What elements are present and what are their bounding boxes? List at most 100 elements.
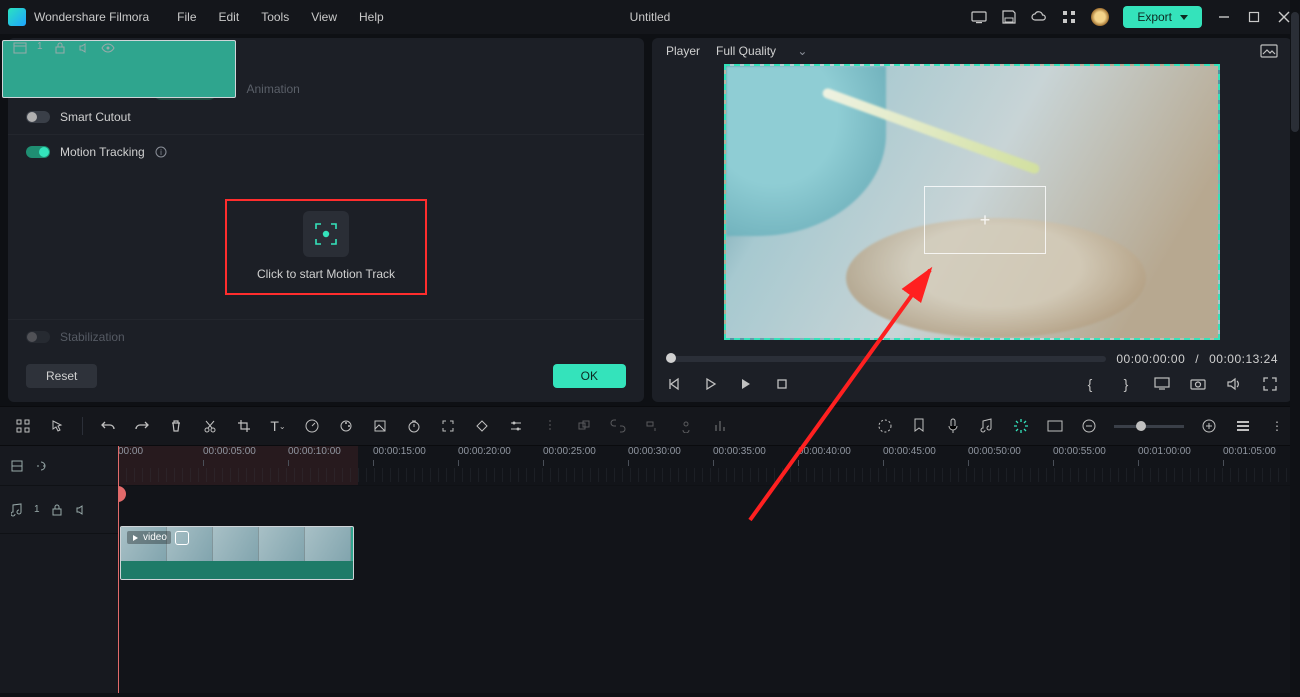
music-icon[interactable]: [978, 417, 996, 435]
quality-selector[interactable]: Full Quality ⌄: [716, 44, 807, 58]
play-icon[interactable]: [702, 376, 718, 392]
stop-icon[interactable]: [774, 376, 790, 392]
time-current: 00:00:00:00: [1116, 352, 1185, 366]
crop-icon[interactable]: [235, 417, 253, 435]
ruler[interactable]: 00:0000:00:05:0000:00:10:0000:00:15:0000…: [118, 446, 1300, 486]
audio-detach-icon[interactable]: [643, 417, 661, 435]
play-all-icon[interactable]: [738, 376, 754, 392]
duration-icon[interactable]: [405, 417, 423, 435]
ruler-tick: 00:00:25:00: [543, 446, 596, 457]
audio-track-icon: [10, 503, 24, 517]
user-avatar[interactable]: [1091, 8, 1109, 26]
adjust-icon[interactable]: [507, 417, 525, 435]
zoom-slider[interactable]: [1114, 425, 1184, 428]
mark-in-icon[interactable]: {: [1082, 376, 1098, 392]
link-icon[interactable]: [609, 417, 627, 435]
delete-icon[interactable]: [167, 417, 185, 435]
tracks-area[interactable]: 00:0000:00:05:0000:00:10:0000:00:15:0000…: [118, 446, 1300, 693]
fullscreen-icon[interactable]: [1262, 376, 1278, 392]
info-icon[interactable]: i: [155, 146, 167, 158]
mic-icon[interactable]: [944, 417, 962, 435]
keyframe-icon[interactable]: [473, 417, 491, 435]
save-icon[interactable]: [1001, 9, 1017, 25]
ruler-tick: 00:00:30:00: [628, 446, 681, 457]
video-track-number: 1: [37, 41, 43, 52]
smart-cutout-toggle[interactable]: [26, 111, 50, 123]
motion-track-target[interactable]: +: [924, 186, 1046, 254]
video-clip[interactable]: video: [120, 526, 354, 580]
marker-icon[interactable]: [910, 417, 928, 435]
cloud-icon[interactable]: [1031, 9, 1047, 25]
ruler-tick: 00:00:55:00: [1053, 446, 1106, 457]
menu-file[interactable]: File: [177, 10, 196, 24]
grid-icon[interactable]: [14, 417, 32, 435]
render-icon[interactable]: [876, 417, 894, 435]
vertical-scrollbar[interactable]: [1290, 0, 1300, 697]
link-track-icon[interactable]: [34, 459, 48, 473]
mark-out-icon[interactable]: }: [1118, 376, 1134, 392]
zoom-in-icon[interactable]: [1200, 417, 1218, 435]
main-menu: File Edit Tools View Help: [177, 10, 384, 24]
volume-icon[interactable]: [1226, 376, 1242, 392]
track-motion-icon[interactable]: [439, 417, 457, 435]
motion-tracking-label: Motion Tracking: [60, 145, 145, 159]
prev-frame-icon[interactable]: [666, 376, 682, 392]
audio-lock-icon[interactable]: [50, 503, 64, 517]
apps-icon[interactable]: [1061, 9, 1077, 25]
redo-icon[interactable]: [133, 417, 151, 435]
menu-view[interactable]: View: [311, 10, 337, 24]
track-mute-icon[interactable]: [77, 41, 91, 55]
color-icon[interactable]: [337, 417, 355, 435]
pointer-icon[interactable]: [48, 417, 66, 435]
motion-tracking-toggle[interactable]: [26, 146, 50, 158]
undo-icon[interactable]: [99, 417, 117, 435]
start-motion-track-button[interactable]: [303, 211, 349, 257]
menu-tools[interactable]: Tools: [261, 10, 289, 24]
text-icon[interactable]: T⌄: [269, 417, 287, 435]
more-icon[interactable]: ⋮: [1268, 417, 1286, 435]
lock-layout-icon[interactable]: [10, 459, 24, 473]
green-screen-icon[interactable]: [371, 417, 389, 435]
svg-text:i: i: [160, 148, 162, 157]
ok-button[interactable]: OK: [553, 364, 626, 388]
track-visible-icon[interactable]: [101, 41, 115, 55]
reset-button[interactable]: Reset: [26, 364, 97, 388]
window-minimize-icon[interactable]: [1216, 9, 1232, 25]
project-title: Untitled: [630, 10, 671, 24]
subtab-animation[interactable]: Animation: [240, 78, 305, 100]
display-icon[interactable]: [1154, 376, 1170, 392]
menu-edit[interactable]: Edit: [219, 10, 240, 24]
list-icon[interactable]: [1234, 417, 1252, 435]
timeline-toolbar: T⌄ ⋮: [0, 406, 1300, 446]
marker-split-icon[interactable]: [541, 417, 559, 435]
plus-icon: +: [980, 210, 991, 231]
ruler-tick: 00:01:05:00: [1223, 446, 1276, 457]
ai-enhance-icon[interactable]: [1012, 417, 1030, 435]
ruler-tick: 00:00:50:00: [968, 446, 1021, 457]
audio-mix-icon[interactable]: [711, 417, 729, 435]
snapshot-icon[interactable]: [1260, 44, 1278, 58]
track-lock-icon[interactable]: [53, 41, 67, 55]
ruler-tick: 00:00:10:00: [288, 446, 341, 457]
motion-track-highlight: Click to start Motion Track: [225, 199, 427, 295]
device-icon[interactable]: [971, 9, 987, 25]
export-button[interactable]: Export: [1123, 6, 1202, 28]
video-track-icon: [13, 41, 27, 55]
zoom-out-icon[interactable]: [1080, 417, 1098, 435]
preview-canvas[interactable]: +: [724, 64, 1220, 340]
window-maximize-icon[interactable]: [1246, 9, 1262, 25]
ruler-tick: 00:00: [118, 446, 143, 457]
playhead[interactable]: [118, 446, 119, 693]
ruler-tick: 00:00:15:00: [373, 446, 426, 457]
voiceover-icon[interactable]: [677, 417, 695, 435]
group-icon[interactable]: [575, 417, 593, 435]
aspect-icon[interactable]: [1046, 417, 1064, 435]
menu-help[interactable]: Help: [359, 10, 384, 24]
time-duration: 00:00:13:24: [1209, 352, 1278, 366]
camera-icon[interactable]: [1190, 376, 1206, 392]
stabilization-label: Stabilization: [60, 330, 125, 344]
speed-icon[interactable]: [303, 417, 321, 435]
cut-icon[interactable]: [201, 417, 219, 435]
audio-mute-icon[interactable]: [74, 503, 88, 517]
playback-scrubber[interactable]: [666, 356, 1106, 362]
